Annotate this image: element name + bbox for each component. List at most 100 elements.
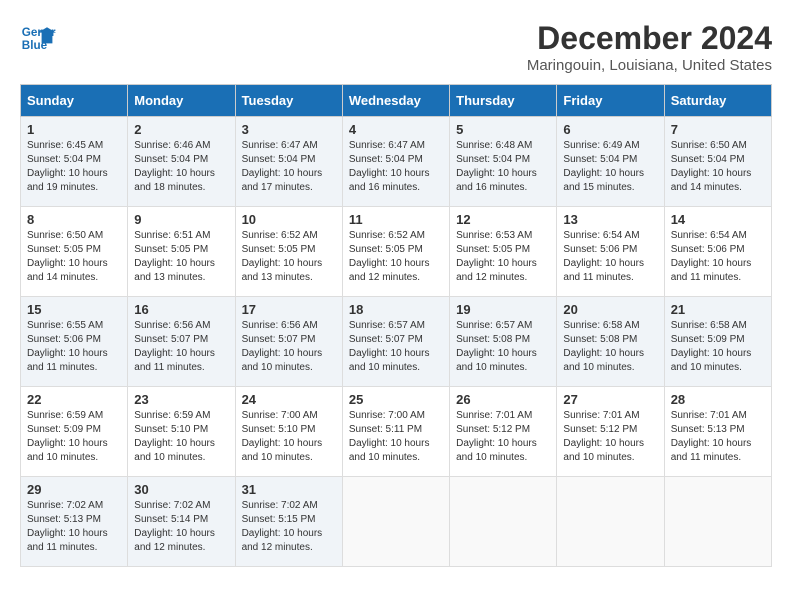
calendar-cell: 25 Sunrise: 7:00 AMSunset: 5:11 PMDaylig…	[342, 387, 449, 477]
day-number: 10	[242, 212, 336, 227]
cell-info: Sunrise: 7:02 AMSunset: 5:14 PMDaylight:…	[134, 500, 215, 553]
day-number: 17	[242, 302, 336, 317]
day-number: 23	[134, 392, 228, 407]
cell-info: Sunrise: 6:45 AMSunset: 5:04 PMDaylight:…	[27, 140, 108, 193]
day-number: 28	[671, 392, 765, 407]
calendar-cell: 30 Sunrise: 7:02 AMSunset: 5:14 PMDaylig…	[128, 477, 235, 567]
day-number: 1	[27, 122, 121, 137]
cell-info: Sunrise: 6:52 AMSunset: 5:05 PMDaylight:…	[349, 230, 430, 283]
calendar-cell: 14 Sunrise: 6:54 AMSunset: 5:06 PMDaylig…	[664, 207, 771, 297]
cell-info: Sunrise: 7:01 AMSunset: 5:12 PMDaylight:…	[563, 410, 644, 463]
calendar-week-row: 1 Sunrise: 6:45 AMSunset: 5:04 PMDayligh…	[21, 117, 772, 207]
cell-info: Sunrise: 6:47 AMSunset: 5:04 PMDaylight:…	[349, 140, 430, 193]
calendar-cell	[342, 477, 449, 567]
day-number: 21	[671, 302, 765, 317]
day-number: 25	[349, 392, 443, 407]
calendar-header-row: SundayMondayTuesdayWednesdayThursdayFrid…	[21, 85, 772, 117]
logo: General Blue	[20, 20, 56, 56]
cell-info: Sunrise: 7:02 AMSunset: 5:13 PMDaylight:…	[27, 500, 108, 553]
day-number: 27	[563, 392, 657, 407]
calendar-cell: 11 Sunrise: 6:52 AMSunset: 5:05 PMDaylig…	[342, 207, 449, 297]
cell-info: Sunrise: 7:01 AMSunset: 5:13 PMDaylight:…	[671, 410, 752, 463]
cell-info: Sunrise: 6:54 AMSunset: 5:06 PMDaylight:…	[671, 230, 752, 283]
calendar-cell: 31 Sunrise: 7:02 AMSunset: 5:15 PMDaylig…	[235, 477, 342, 567]
header-cell-friday: Friday	[557, 85, 664, 117]
calendar-cell: 22 Sunrise: 6:59 AMSunset: 5:09 PMDaylig…	[21, 387, 128, 477]
day-number: 15	[27, 302, 121, 317]
calendar-cell: 17 Sunrise: 6:56 AMSunset: 5:07 PMDaylig…	[235, 297, 342, 387]
calendar-cell: 21 Sunrise: 6:58 AMSunset: 5:09 PMDaylig…	[664, 297, 771, 387]
calendar-cell	[557, 477, 664, 567]
calendar-cell: 15 Sunrise: 6:55 AMSunset: 5:06 PMDaylig…	[21, 297, 128, 387]
subtitle: Maringouin, Louisiana, United States	[527, 57, 772, 74]
calendar: SundayMondayTuesdayWednesdayThursdayFrid…	[20, 84, 772, 567]
cell-info: Sunrise: 6:54 AMSunset: 5:06 PMDaylight:…	[563, 230, 644, 283]
day-number: 16	[134, 302, 228, 317]
cell-info: Sunrise: 6:57 AMSunset: 5:07 PMDaylight:…	[349, 320, 430, 373]
day-number: 18	[349, 302, 443, 317]
day-number: 9	[134, 212, 228, 227]
calendar-cell: 27 Sunrise: 7:01 AMSunset: 5:12 PMDaylig…	[557, 387, 664, 477]
day-number: 22	[27, 392, 121, 407]
calendar-cell: 4 Sunrise: 6:47 AMSunset: 5:04 PMDayligh…	[342, 117, 449, 207]
calendar-week-row: 15 Sunrise: 6:55 AMSunset: 5:06 PMDaylig…	[21, 297, 772, 387]
day-number: 24	[242, 392, 336, 407]
calendar-cell: 12 Sunrise: 6:53 AMSunset: 5:05 PMDaylig…	[450, 207, 557, 297]
cell-info: Sunrise: 6:57 AMSunset: 5:08 PMDaylight:…	[456, 320, 537, 373]
cell-info: Sunrise: 6:58 AMSunset: 5:08 PMDaylight:…	[563, 320, 644, 373]
calendar-cell: 29 Sunrise: 7:02 AMSunset: 5:13 PMDaylig…	[21, 477, 128, 567]
cell-info: Sunrise: 6:56 AMSunset: 5:07 PMDaylight:…	[134, 320, 215, 373]
cell-info: Sunrise: 6:55 AMSunset: 5:06 PMDaylight:…	[27, 320, 108, 373]
day-number: 11	[349, 212, 443, 227]
day-number: 20	[563, 302, 657, 317]
cell-info: Sunrise: 6:58 AMSunset: 5:09 PMDaylight:…	[671, 320, 752, 373]
calendar-cell	[664, 477, 771, 567]
calendar-week-row: 8 Sunrise: 6:50 AMSunset: 5:05 PMDayligh…	[21, 207, 772, 297]
header-cell-monday: Monday	[128, 85, 235, 117]
calendar-cell: 3 Sunrise: 6:47 AMSunset: 5:04 PMDayligh…	[235, 117, 342, 207]
calendar-cell: 13 Sunrise: 6:54 AMSunset: 5:06 PMDaylig…	[557, 207, 664, 297]
calendar-cell: 18 Sunrise: 6:57 AMSunset: 5:07 PMDaylig…	[342, 297, 449, 387]
day-number: 31	[242, 482, 336, 497]
calendar-cell: 8 Sunrise: 6:50 AMSunset: 5:05 PMDayligh…	[21, 207, 128, 297]
cell-info: Sunrise: 6:59 AMSunset: 5:10 PMDaylight:…	[134, 410, 215, 463]
day-number: 14	[671, 212, 765, 227]
calendar-cell: 23 Sunrise: 6:59 AMSunset: 5:10 PMDaylig…	[128, 387, 235, 477]
title-block: December 2024 Maringouin, Louisiana, Uni…	[527, 20, 772, 74]
cell-info: Sunrise: 6:50 AMSunset: 5:04 PMDaylight:…	[671, 140, 752, 193]
calendar-cell: 5 Sunrise: 6:48 AMSunset: 5:04 PMDayligh…	[450, 117, 557, 207]
cell-info: Sunrise: 7:00 AMSunset: 5:11 PMDaylight:…	[349, 410, 430, 463]
calendar-cell: 6 Sunrise: 6:49 AMSunset: 5:04 PMDayligh…	[557, 117, 664, 207]
day-number: 6	[563, 122, 657, 137]
cell-info: Sunrise: 6:46 AMSunset: 5:04 PMDaylight:…	[134, 140, 215, 193]
cell-info: Sunrise: 7:00 AMSunset: 5:10 PMDaylight:…	[242, 410, 323, 463]
day-number: 12	[456, 212, 550, 227]
logo-icon: General Blue	[20, 20, 56, 56]
calendar-cell: 20 Sunrise: 6:58 AMSunset: 5:08 PMDaylig…	[557, 297, 664, 387]
header-cell-tuesday: Tuesday	[235, 85, 342, 117]
calendar-week-row: 22 Sunrise: 6:59 AMSunset: 5:09 PMDaylig…	[21, 387, 772, 477]
cell-info: Sunrise: 7:01 AMSunset: 5:12 PMDaylight:…	[456, 410, 537, 463]
cell-info: Sunrise: 6:59 AMSunset: 5:09 PMDaylight:…	[27, 410, 108, 463]
day-number: 29	[27, 482, 121, 497]
calendar-cell: 24 Sunrise: 7:00 AMSunset: 5:10 PMDaylig…	[235, 387, 342, 477]
day-number: 7	[671, 122, 765, 137]
cell-info: Sunrise: 6:48 AMSunset: 5:04 PMDaylight:…	[456, 140, 537, 193]
header-cell-sunday: Sunday	[21, 85, 128, 117]
calendar-cell: 19 Sunrise: 6:57 AMSunset: 5:08 PMDaylig…	[450, 297, 557, 387]
header-cell-wednesday: Wednesday	[342, 85, 449, 117]
day-number: 5	[456, 122, 550, 137]
calendar-week-row: 29 Sunrise: 7:02 AMSunset: 5:13 PMDaylig…	[21, 477, 772, 567]
calendar-cell: 16 Sunrise: 6:56 AMSunset: 5:07 PMDaylig…	[128, 297, 235, 387]
cell-info: Sunrise: 6:49 AMSunset: 5:04 PMDaylight:…	[563, 140, 644, 193]
calendar-cell: 7 Sunrise: 6:50 AMSunset: 5:04 PMDayligh…	[664, 117, 771, 207]
calendar-cell: 28 Sunrise: 7:01 AMSunset: 5:13 PMDaylig…	[664, 387, 771, 477]
calendar-cell: 9 Sunrise: 6:51 AMSunset: 5:05 PMDayligh…	[128, 207, 235, 297]
calendar-cell: 26 Sunrise: 7:01 AMSunset: 5:12 PMDaylig…	[450, 387, 557, 477]
cell-info: Sunrise: 6:47 AMSunset: 5:04 PMDaylight:…	[242, 140, 323, 193]
header: General Blue December 2024 Maringouin, L…	[20, 20, 772, 74]
day-number: 26	[456, 392, 550, 407]
day-number: 19	[456, 302, 550, 317]
calendar-cell: 10 Sunrise: 6:52 AMSunset: 5:05 PMDaylig…	[235, 207, 342, 297]
cell-info: Sunrise: 6:50 AMSunset: 5:05 PMDaylight:…	[27, 230, 108, 283]
